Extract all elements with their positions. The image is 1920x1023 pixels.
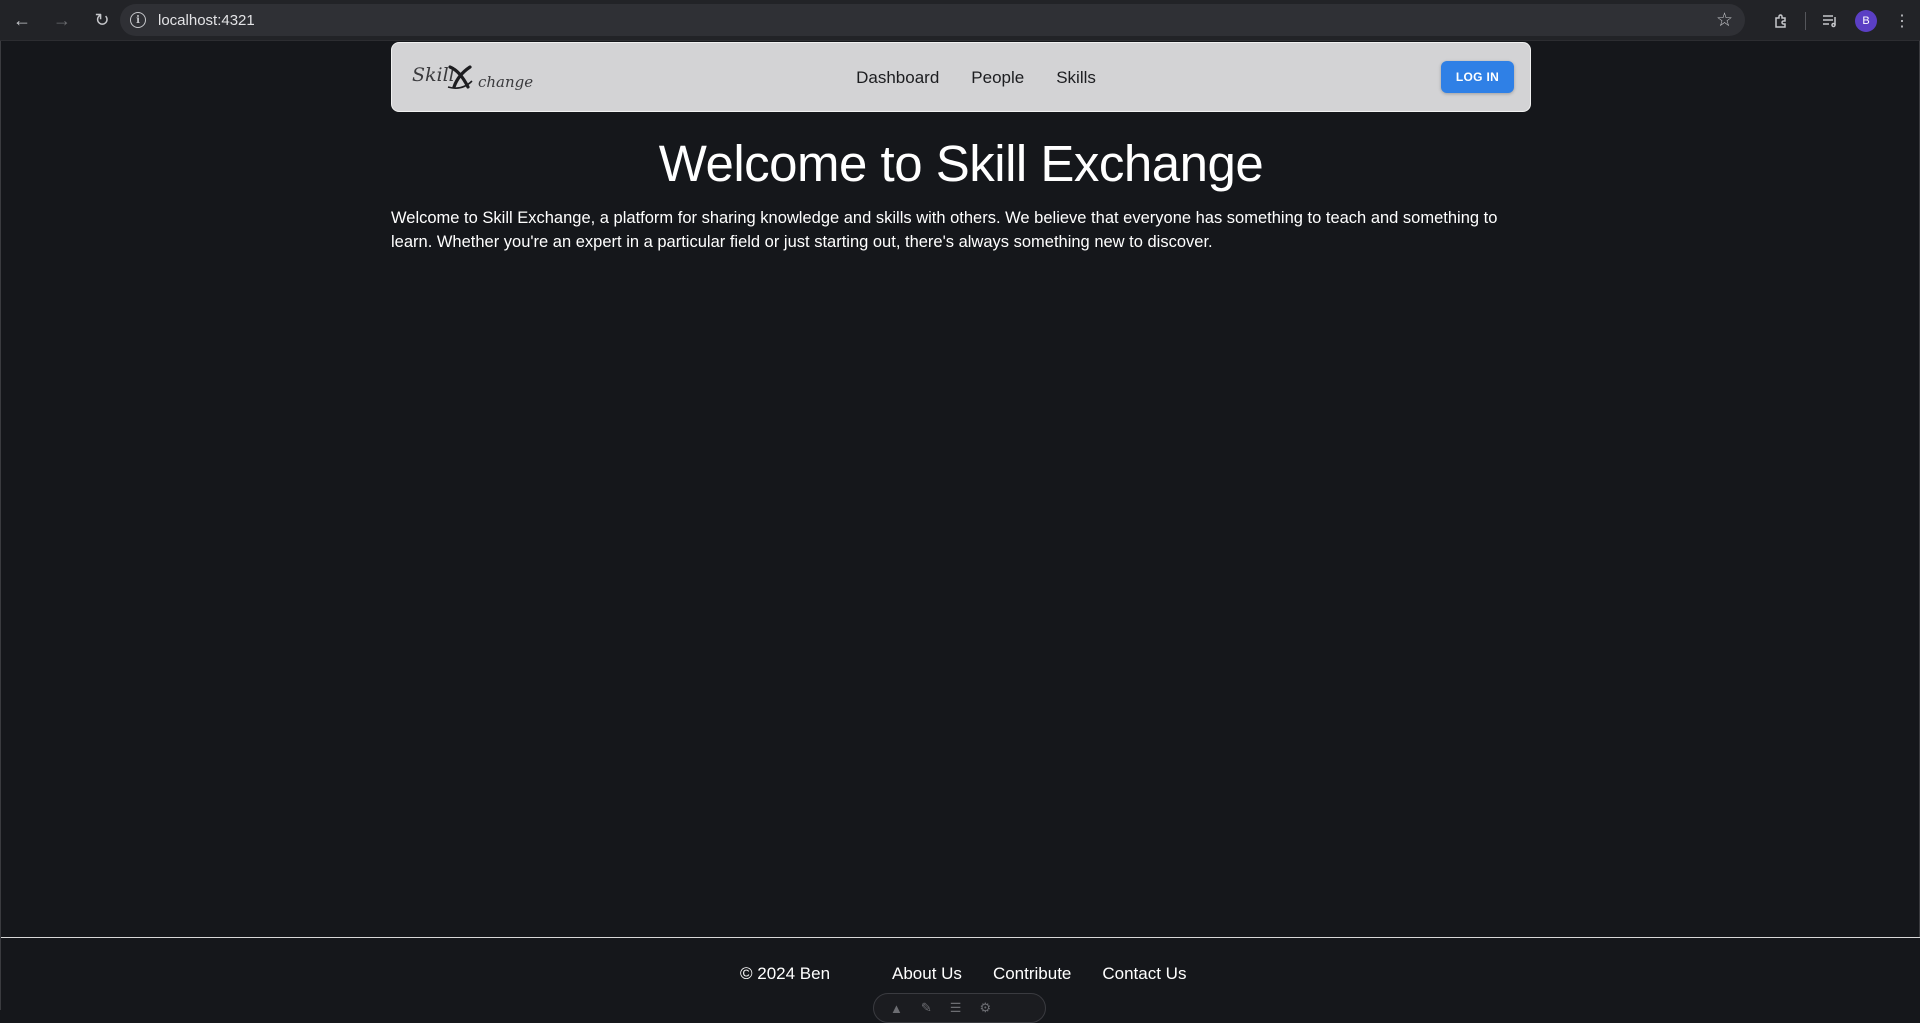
login-button[interactable]: LOG IN	[1441, 61, 1514, 93]
footer-link-contact[interactable]: Contact Us	[1102, 964, 1186, 984]
url-text[interactable]: localhost:4321	[158, 12, 255, 29]
primary-nav: Dashboard People Skills	[392, 43, 1530, 113]
page-title: Welcome to Skill Exchange	[658, 135, 1264, 192]
dev-toolbar[interactable]: ▲ ✎ ☰ ⚙	[873, 993, 1046, 1023]
footer-nav: About Us Contribute Contact Us	[892, 964, 1186, 984]
star-icon[interactable]: ☆	[1716, 9, 1733, 32]
footer-link-contribute[interactable]: Contribute	[993, 964, 1071, 984]
settings-icon[interactable]: ⚙	[979, 1000, 991, 1016]
arrow-right-icon: →	[53, 9, 71, 30]
nav-skills[interactable]: Skills	[1056, 68, 1096, 88]
media-control-icon[interactable]	[1812, 3, 1848, 39]
profile-avatar[interactable]: B	[1855, 9, 1877, 32]
puzzle-icon[interactable]	[1763, 3, 1799, 39]
site-navbar: Skill change Dashboard People Skills LOG…	[391, 42, 1531, 112]
back-button[interactable]: ←	[4, 2, 40, 38]
info-icon[interactable]: i	[130, 12, 146, 28]
toolbar-divider	[1805, 11, 1806, 30]
dev-tool-icon[interactable]: ▲	[890, 1001, 903, 1016]
reload-icon: ↻	[94, 9, 110, 30]
arrow-left-icon: ←	[13, 9, 31, 30]
inspect-icon[interactable]: ✎	[921, 1000, 932, 1016]
copyright-text: © 2024 Ben	[740, 964, 831, 983]
reload-button[interactable]: ↻	[84, 2, 120, 38]
footer-link-about[interactable]: About Us	[892, 964, 962, 984]
audit-icon[interactable]: ☰	[950, 1000, 962, 1016]
address-bar[interactable]: i localhost:4321 ☆	[120, 4, 1745, 36]
page-viewport: Skill change Dashboard People Skills LOG…	[0, 41, 1920, 1010]
browser-toolbar: ← → ↻ i localhost:4321 ☆ B ⋮	[0, 0, 1920, 41]
nav-people[interactable]: People	[971, 68, 1024, 88]
nav-dashboard[interactable]: Dashboard	[856, 68, 939, 88]
forward-button[interactable]: →	[44, 2, 80, 38]
intro-paragraph: Welcome to Skill Exchange, a platform fo…	[391, 209, 1498, 251]
browser-actions: B ⋮	[1763, 0, 1920, 41]
kebab-menu-icon[interactable]: ⋮	[1884, 3, 1920, 39]
